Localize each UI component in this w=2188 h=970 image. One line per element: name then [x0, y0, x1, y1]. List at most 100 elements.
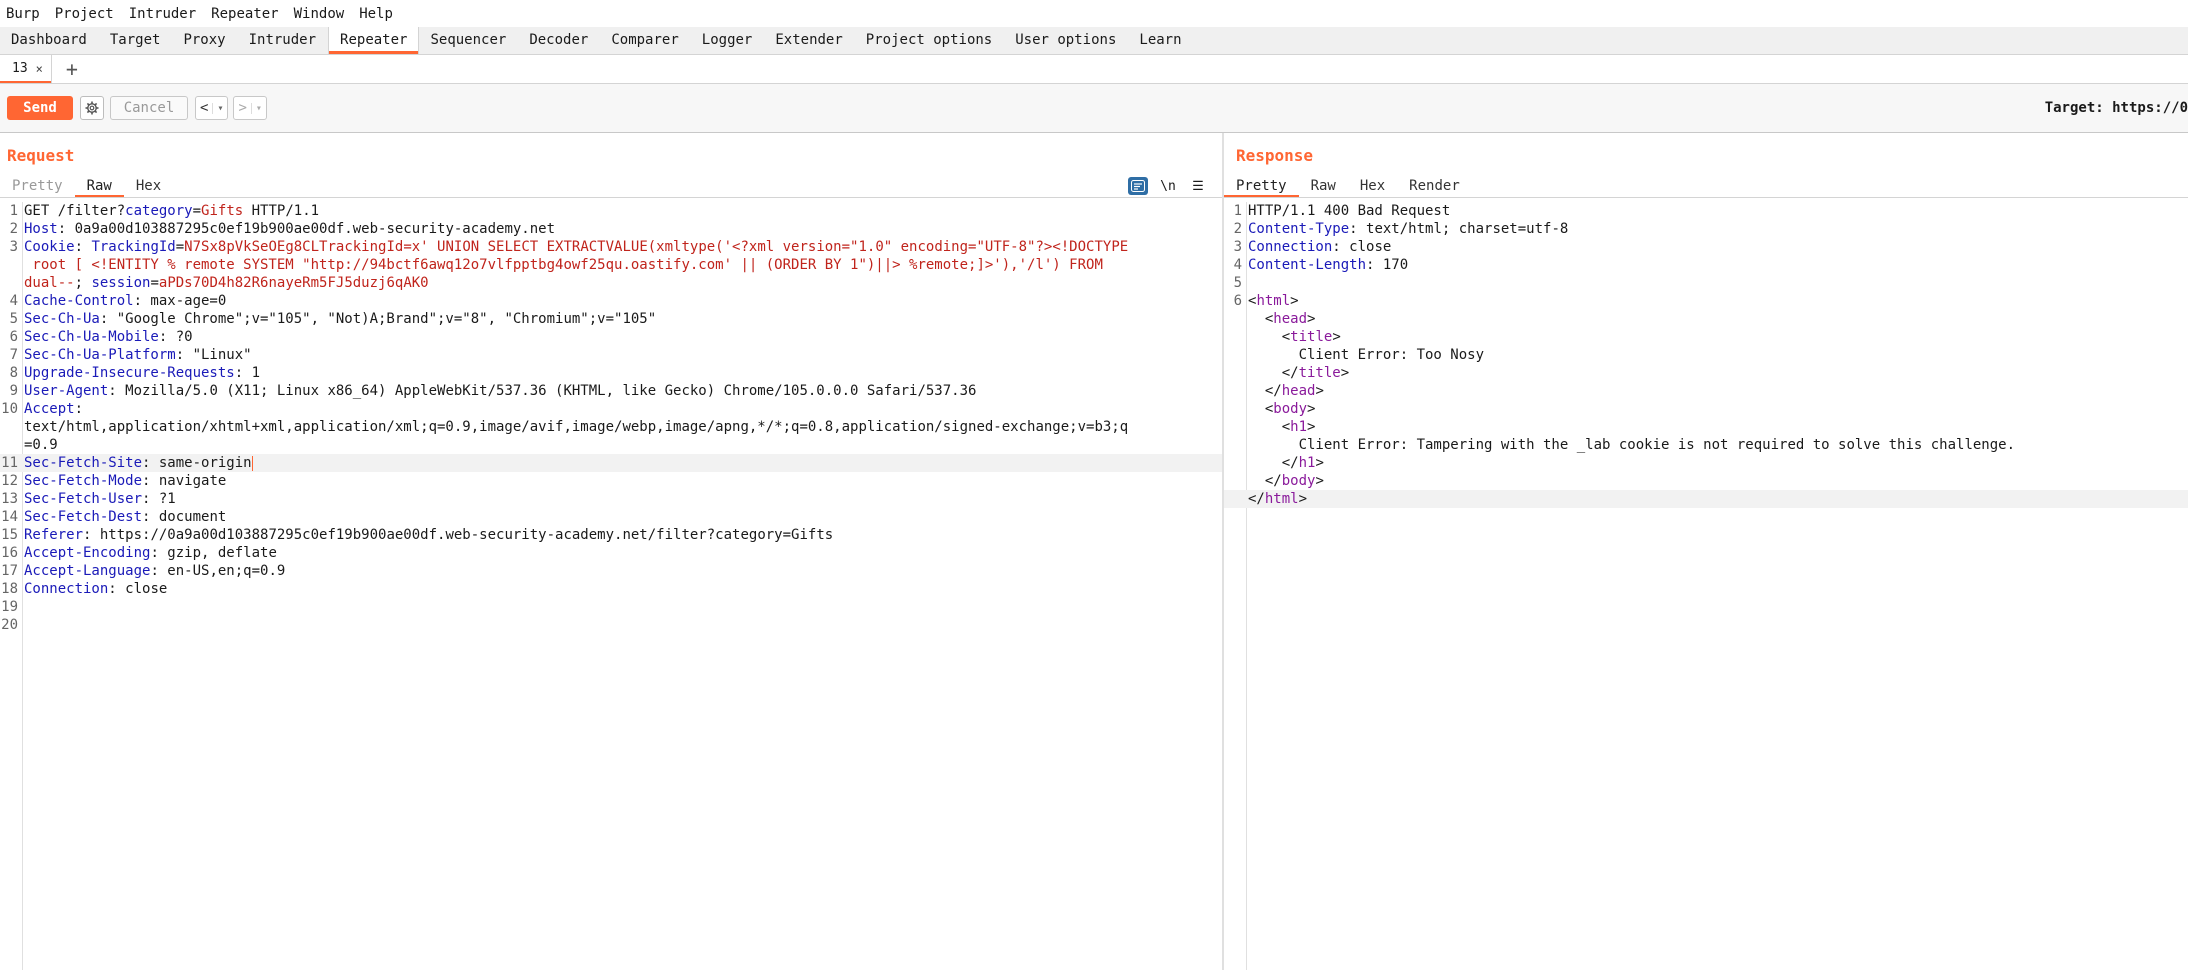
request-line: text/html,application/xhtml+xml,applicat… [0, 418, 1222, 436]
menu-intruder[interactable]: Intruder [125, 6, 205, 22]
request-line: 10 Accept: [0, 400, 1222, 418]
chevron-down-icon[interactable]: ▾ [250, 102, 266, 114]
line-number: 15 [1, 527, 18, 543]
line-content: User-Agent: Mozilla/5.0 (X11; Linux x86_… [24, 382, 1222, 400]
response-line: 6 <html> [1224, 292, 2188, 310]
request-line: 14 Sec-Fetch-Dest: document [0, 508, 1222, 526]
token-text: : same-origin [142, 455, 252, 471]
line-number: 3 [1233, 239, 1242, 255]
response-line: </html> [1224, 490, 2188, 508]
line-content: <body> [1248, 400, 2188, 418]
token-text: > [1315, 473, 1324, 489]
chevron-down-icon[interactable]: ▾ [212, 102, 227, 114]
line-number [1224, 328, 1248, 346]
request-tab-hex[interactable]: Hex [124, 175, 173, 197]
request-editor[interactable]: 1 GET /filter?category=Gifts HTTP/1.1 2 Hos… [0, 202, 1222, 970]
line-content: </head> [1248, 382, 2188, 400]
token-text: text/html,application/xhtml+xml,applicat… [24, 419, 1129, 435]
line-number: 12 [1, 473, 18, 489]
newline-toggle[interactable]: \n [1158, 177, 1178, 195]
response-line: </title> [1224, 364, 2188, 382]
send-button[interactable]: Send [7, 96, 73, 120]
back-nav[interactable]: < ▾ [195, 96, 229, 120]
line-number [1224, 436, 1248, 454]
close-icon[interactable]: × [36, 55, 43, 83]
token-text: Client Error: Tampering with the _lab co… [1248, 437, 2016, 453]
line-number [0, 274, 24, 292]
tab-decoder[interactable]: Decoder [518, 27, 600, 54]
repeater-tab-13[interactable]: 13 × [0, 55, 52, 83]
cancel-button[interactable]: Cancel [110, 96, 188, 120]
tab-intruder[interactable]: Intruder [238, 27, 328, 54]
response-tab-hex[interactable]: Hex [1348, 175, 1397, 197]
menu-bar: Burp Project Intruder Repeater Window Help [0, 0, 2188, 28]
line-number: 4 [1233, 257, 1242, 273]
response-editor[interactable]: 1 HTTP/1.1 400 Bad Request 2 Content-Type: … [1224, 202, 2188, 970]
token-text: > [1332, 329, 1341, 345]
request-tab-raw[interactable]: Raw [75, 175, 124, 197]
tab-user-options[interactable]: User options [1004, 27, 1128, 54]
request-tab-pretty[interactable]: Pretty [0, 175, 75, 197]
line-content: Content-Length: 170 [1248, 256, 2188, 274]
token-text: : 1 [234, 365, 261, 381]
menu-window[interactable]: Window [290, 6, 354, 22]
tab-comparer[interactable]: Comparer [600, 27, 690, 54]
request-line: 6 Sec-Ch-Ua-Mobile: ?0 [0, 328, 1222, 346]
tab-dashboard[interactable]: Dashboard [0, 27, 99, 54]
token-value: aPDs70D4h82R6nayeRm5FJ5duzj6qAK0 [158, 275, 429, 291]
token-key: Sec-Ch-Ua-Mobile [24, 329, 159, 345]
response-tab-pretty[interactable]: Pretty [1224, 175, 1299, 197]
tab-target[interactable]: Target [99, 27, 173, 54]
tab-sequencer[interactable]: Sequencer [419, 27, 518, 54]
request-view-tabs: Pretty Raw Hex [0, 175, 1222, 198]
token-text: > [1307, 401, 1316, 417]
request-line: 7 Sec-Ch-Ua-Platform: "Linux" [0, 346, 1222, 364]
wrap-lines-button[interactable] [1128, 177, 1148, 195]
line-content: Sec-Ch-Ua: "Google Chrome";v="105", "Not… [24, 310, 1222, 328]
tab-logger[interactable]: Logger [691, 27, 765, 54]
response-tab-render[interactable]: Render [1397, 175, 1472, 197]
line-content: Connection: close [1248, 238, 2188, 256]
request-line: 2 Host: 0a9a00d103887295c0ef19b900ae00df.… [0, 220, 1222, 238]
token-text: < [1248, 329, 1291, 345]
menu-burp[interactable]: Burp [2, 6, 49, 22]
line-content: Accept: [24, 400, 1222, 418]
settings-button[interactable] [80, 96, 104, 120]
token-key: Accept-Encoding [24, 545, 151, 561]
menu-project[interactable]: Project [51, 6, 123, 22]
token-key: Connection [24, 581, 109, 597]
request-line: 20 [0, 616, 1222, 634]
request-line: 3 Cookie: TrackingId=N7Sx8pVkSeOEg8CLTrac… [0, 238, 1222, 256]
back-button[interactable]: < [196, 100, 212, 116]
line-number [1224, 364, 1248, 382]
add-tab-button[interactable]: + [66, 55, 78, 83]
request-title: Request [7, 146, 75, 165]
line-content: Accept-Encoding: gzip, deflate [24, 544, 1222, 562]
line-number: 2 [1233, 221, 1242, 237]
line-content: Sec-Fetch-Site: same-origin [24, 454, 1222, 472]
line-number [1224, 490, 1248, 508]
text-cursor [251, 455, 253, 471]
token-tag: h1 [1290, 419, 1308, 435]
forward-nav[interactable]: > ▾ [233, 96, 267, 120]
token-key: Accept-Language [24, 563, 151, 579]
menu-repeater[interactable]: Repeater [207, 6, 287, 22]
response-panel: Response Pretty Raw Hex Render 1 HTTP/1.1 40… [1224, 133, 2188, 970]
tab-learn[interactable]: Learn [1128, 27, 1193, 54]
menu-help[interactable]: Help [355, 6, 402, 22]
forward-button[interactable]: > [234, 100, 250, 116]
target-label[interactable]: Target: https://0 [2045, 84, 2188, 132]
line-number: 14 [1, 509, 18, 525]
wrap-lines-icon [1131, 180, 1145, 192]
token-text: : [74, 401, 84, 417]
tab-extender[interactable]: Extender [764, 27, 854, 54]
line-number: 3 [9, 239, 18, 255]
tab-proxy[interactable]: Proxy [172, 27, 237, 54]
response-tab-raw[interactable]: Raw [1299, 175, 1348, 197]
token-key: Upgrade-Insecure-Requests [24, 365, 235, 381]
line-number: 9 [9, 383, 18, 399]
tab-project-options[interactable]: Project options [855, 27, 1004, 54]
token-text: > [1340, 365, 1350, 381]
tab-repeater[interactable]: Repeater [328, 27, 420, 54]
menu-icon[interactable]: ☰ [1188, 177, 1208, 195]
